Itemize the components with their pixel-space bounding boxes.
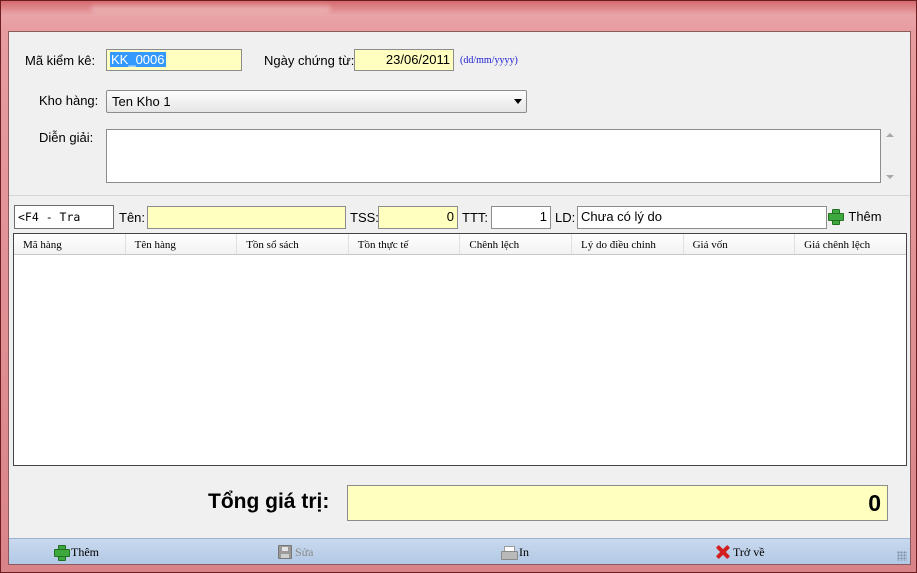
reason-field[interactable]: Chưa có lý do	[577, 206, 827, 229]
code-field[interactable]: KK_0006	[106, 49, 242, 71]
edit-button-label: Sửa	[295, 545, 314, 559]
print-button[interactable]: In	[501, 543, 529, 561]
warehouse-label: Kho hàng:	[39, 93, 99, 108]
print-icon	[501, 546, 518, 560]
column-header-adjust-reason[interactable]: Lý do điều chỉnh	[572, 234, 684, 254]
name-field[interactable]	[147, 206, 346, 229]
window-title-bar	[91, 5, 331, 13]
warehouse-value: Ten Kho 1	[112, 94, 171, 109]
column-header-book-stock[interactable]: Tồn sổ sách	[237, 234, 349, 254]
total-label: Tổng giá trị:	[208, 490, 330, 513]
description-textarea[interactable]	[106, 129, 881, 183]
edit-button[interactable]: Sửa	[278, 543, 314, 561]
chevron-down-icon[interactable]	[514, 99, 522, 104]
column-header-difference[interactable]: Chênh lệch	[460, 234, 572, 254]
code-value: KK_0006	[110, 52, 166, 67]
column-header-item-code[interactable]: Mã hàng	[14, 234, 126, 254]
date-field[interactable]: 23/06/2011	[354, 49, 454, 71]
code-label: Mã kiểm kê:	[25, 53, 96, 68]
back-button-label: Trở về	[733, 545, 765, 559]
bottom-toolbar: Thêm Sửa In Trở về	[9, 538, 910, 564]
inventory-grid[interactable]: Mã hàng Tên hàng Tồn sổ sách Tồn thực tế…	[13, 233, 907, 466]
resize-grip[interactable]	[897, 551, 907, 561]
add-detail-label: Thêm	[848, 209, 882, 224]
window-frame: Mã kiểm kê: KK_0006 Ngày chứng từ: 23/06…	[0, 0, 917, 573]
add-button-label: Thêm	[71, 545, 99, 559]
save-icon	[278, 545, 292, 559]
plus-icon	[54, 545, 70, 561]
add-detail-button[interactable]: Thêm	[828, 207, 882, 227]
description-scrollbar[interactable]	[883, 129, 897, 183]
tss-field[interactable]: 0	[378, 206, 458, 229]
close-icon	[716, 545, 730, 559]
ttt-field[interactable]: 1	[491, 206, 551, 229]
column-header-diff-value[interactable]: Giá chênh lệch	[795, 234, 907, 254]
scroll-down-icon[interactable]	[886, 175, 894, 179]
scroll-up-icon[interactable]	[886, 133, 894, 137]
tss-label: TSS:	[350, 210, 379, 225]
grid-header: Mã hàng Tên hàng Tồn sổ sách Tồn thực tế…	[14, 234, 906, 255]
total-value: 0	[347, 485, 888, 521]
date-format-hint: (dd/mm/yyyy)	[460, 55, 518, 66]
inventory-check-form: Mã kiểm kê: KK_0006 Ngày chứng từ: 23/06…	[8, 31, 911, 565]
section-divider	[9, 195, 910, 196]
description-label: Diễn giải:	[39, 130, 94, 145]
column-header-actual-stock[interactable]: Tồn thực tế	[349, 234, 461, 254]
ttt-label: TTT:	[462, 210, 488, 225]
warehouse-select[interactable]: Ten Kho 1	[106, 90, 527, 113]
column-header-cost-price[interactable]: Giá vốn	[684, 234, 796, 254]
plus-icon	[828, 209, 844, 225]
column-header-item-name[interactable]: Tên hàng	[126, 234, 238, 254]
date-label: Ngày chứng từ:	[264, 53, 355, 68]
ld-label: LD:	[555, 210, 576, 225]
lookup-input[interactable]: <F4 - Tra cứu>	[14, 205, 114, 246]
name-label: Tên:	[119, 210, 146, 225]
print-button-label: In	[519, 545, 529, 559]
add-button[interactable]: Thêm	[54, 543, 99, 561]
back-button[interactable]: Trở về	[716, 543, 765, 561]
